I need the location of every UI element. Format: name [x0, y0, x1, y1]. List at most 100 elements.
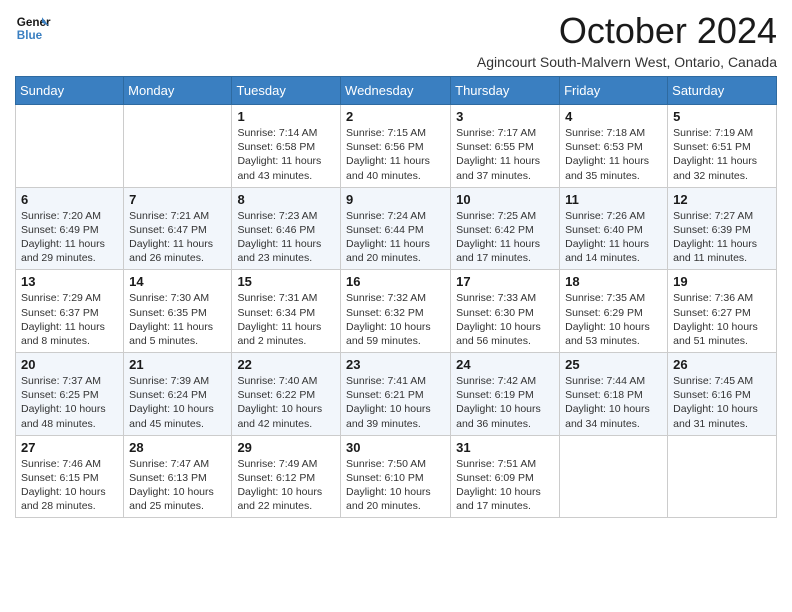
day-number: 18	[565, 274, 662, 289]
calendar-cell: 5 Sunrise: 7:19 AM Sunset: 6:51 PM Daylig…	[668, 105, 777, 188]
day-number: 6	[21, 192, 118, 207]
day-info: Sunrise: 7:26 AM Sunset: 6:40 PM Dayligh…	[565, 209, 662, 266]
day-number: 26	[673, 357, 771, 372]
day-info: Sunrise: 7:19 AM Sunset: 6:51 PM Dayligh…	[673, 126, 771, 183]
day-info: Sunrise: 7:18 AM Sunset: 6:53 PM Dayligh…	[565, 126, 662, 183]
day-info: Sunrise: 7:24 AM Sunset: 6:44 PM Dayligh…	[346, 209, 445, 266]
day-info: Sunrise: 7:31 AM Sunset: 6:34 PM Dayligh…	[237, 291, 335, 348]
day-info: Sunrise: 7:27 AM Sunset: 6:39 PM Dayligh…	[673, 209, 771, 266]
day-number: 2	[346, 109, 445, 124]
day-of-week-header: Tuesday	[232, 77, 341, 105]
day-number: 23	[346, 357, 445, 372]
day-number: 24	[456, 357, 554, 372]
day-number: 7	[129, 192, 226, 207]
day-number: 11	[565, 192, 662, 207]
calendar-week-row: 20 Sunrise: 7:37 AM Sunset: 6:25 PM Dayli…	[16, 353, 777, 436]
day-info: Sunrise: 7:37 AM Sunset: 6:25 PM Dayligh…	[21, 374, 118, 431]
calendar-cell: 6Sunrise: 7:20 AM Sunset: 6:49 PM Daylig…	[16, 187, 124, 270]
calendar-cell: 18 Sunrise: 7:35 AM Sunset: 6:29 PM Dayli…	[560, 270, 668, 353]
day-of-week-header: Saturday	[668, 77, 777, 105]
day-of-week-header: Friday	[560, 77, 668, 105]
day-of-week-header: Thursday	[451, 77, 560, 105]
calendar-cell: 1Sunrise: 7:14 AM Sunset: 6:58 PM Daylig…	[232, 105, 341, 188]
day-number: 3	[456, 109, 554, 124]
calendar-cell: 12 Sunrise: 7:27 AM Sunset: 6:39 PM Dayli…	[668, 187, 777, 270]
day-info: Sunrise: 7:32 AM Sunset: 6:32 PM Dayligh…	[346, 291, 445, 348]
day-info: Sunrise: 7:47 AM Sunset: 6:13 PM Dayligh…	[129, 457, 226, 514]
calendar-cell: 29 Sunrise: 7:49 AM Sunset: 6:12 PM Dayli…	[232, 435, 341, 518]
calendar-cell: 16 Sunrise: 7:32 AM Sunset: 6:32 PM Dayli…	[341, 270, 451, 353]
calendar-cell: 13 Sunrise: 7:29 AM Sunset: 6:37 PM Dayli…	[16, 270, 124, 353]
day-number: 29	[237, 440, 335, 455]
day-info: Sunrise: 7:49 AM Sunset: 6:12 PM Dayligh…	[237, 457, 335, 514]
header: General Blue October 2024 Agincourt Sout…	[15, 10, 777, 70]
day-info: Sunrise: 7:44 AM Sunset: 6:18 PM Dayligh…	[565, 374, 662, 431]
day-info: Sunrise: 7:40 AM Sunset: 6:22 PM Dayligh…	[237, 374, 335, 431]
day-info: Sunrise: 7:29 AM Sunset: 6:37 PM Dayligh…	[21, 291, 118, 348]
day-number: 9	[346, 192, 445, 207]
day-info: Sunrise: 7:33 AM Sunset: 6:30 PM Dayligh…	[456, 291, 554, 348]
day-number: 14	[129, 274, 226, 289]
calendar-cell: 28 Sunrise: 7:47 AM Sunset: 6:13 PM Dayli…	[124, 435, 232, 518]
calendar-cell: 26Sunrise: 7:45 AM Sunset: 6:16 PM Dayli…	[668, 353, 777, 436]
calendar-cell: 4 Sunrise: 7:18 AM Sunset: 6:53 PM Daylig…	[560, 105, 668, 188]
title-area: October 2024 Agincourt South-Malvern Wes…	[477, 10, 777, 70]
day-info: Sunrise: 7:50 AM Sunset: 6:10 PM Dayligh…	[346, 457, 445, 514]
calendar-cell: 9 Sunrise: 7:24 AM Sunset: 6:44 PM Daylig…	[341, 187, 451, 270]
logo: General Blue	[15, 10, 51, 46]
calendar-week-row: 6Sunrise: 7:20 AM Sunset: 6:49 PM Daylig…	[16, 187, 777, 270]
calendar-body: 1Sunrise: 7:14 AM Sunset: 6:58 PM Daylig…	[16, 105, 777, 518]
month-title: October 2024	[477, 10, 777, 52]
day-number: 21	[129, 357, 226, 372]
day-number: 10	[456, 192, 554, 207]
calendar-cell	[668, 435, 777, 518]
day-number: 31	[456, 440, 554, 455]
calendar-week-row: 27 Sunrise: 7:46 AM Sunset: 6:15 PM Dayli…	[16, 435, 777, 518]
day-number: 15	[237, 274, 335, 289]
day-info: Sunrise: 7:51 AM Sunset: 6:09 PM Dayligh…	[456, 457, 554, 514]
day-info: Sunrise: 7:30 AM Sunset: 6:35 PM Dayligh…	[129, 291, 226, 348]
day-number: 19	[673, 274, 771, 289]
calendar-cell: 25 Sunrise: 7:44 AM Sunset: 6:18 PM Dayli…	[560, 353, 668, 436]
day-number: 28	[129, 440, 226, 455]
day-info: Sunrise: 7:23 AM Sunset: 6:46 PM Dayligh…	[237, 209, 335, 266]
calendar-cell	[124, 105, 232, 188]
day-info: Sunrise: 7:36 AM Sunset: 6:27 PM Dayligh…	[673, 291, 771, 348]
calendar-cell: 14 Sunrise: 7:30 AM Sunset: 6:35 PM Dayli…	[124, 270, 232, 353]
calendar-week-row: 13 Sunrise: 7:29 AM Sunset: 6:37 PM Dayli…	[16, 270, 777, 353]
day-number: 8	[237, 192, 335, 207]
day-number: 27	[21, 440, 118, 455]
calendar-cell: 8 Sunrise: 7:23 AM Sunset: 6:46 PM Daylig…	[232, 187, 341, 270]
day-info: Sunrise: 7:41 AM Sunset: 6:21 PM Dayligh…	[346, 374, 445, 431]
day-number: 13	[21, 274, 118, 289]
day-info: Sunrise: 7:35 AM Sunset: 6:29 PM Dayligh…	[565, 291, 662, 348]
calendar-cell: 30 Sunrise: 7:50 AM Sunset: 6:10 PM Dayli…	[341, 435, 451, 518]
calendar-cell: 27 Sunrise: 7:46 AM Sunset: 6:15 PM Dayli…	[16, 435, 124, 518]
day-of-week-header: Monday	[124, 77, 232, 105]
day-info: Sunrise: 7:42 AM Sunset: 6:19 PM Dayligh…	[456, 374, 554, 431]
svg-text:Blue: Blue	[17, 29, 43, 42]
calendar-cell: 24 Sunrise: 7:42 AM Sunset: 6:19 PM Dayli…	[451, 353, 560, 436]
day-number: 16	[346, 274, 445, 289]
calendar-cell	[16, 105, 124, 188]
day-info: Sunrise: 7:15 AM Sunset: 6:56 PM Dayligh…	[346, 126, 445, 183]
day-info: Sunrise: 7:17 AM Sunset: 6:55 PM Dayligh…	[456, 126, 554, 183]
day-info: Sunrise: 7:25 AM Sunset: 6:42 PM Dayligh…	[456, 209, 554, 266]
calendar-cell: 11 Sunrise: 7:26 AM Sunset: 6:40 PM Dayli…	[560, 187, 668, 270]
calendar-cell: 3 Sunrise: 7:17 AM Sunset: 6:55 PM Daylig…	[451, 105, 560, 188]
calendar-cell: 31 Sunrise: 7:51 AM Sunset: 6:09 PM Dayli…	[451, 435, 560, 518]
day-info: Sunrise: 7:46 AM Sunset: 6:15 PM Dayligh…	[21, 457, 118, 514]
day-of-week-header: Wednesday	[341, 77, 451, 105]
day-number: 5	[673, 109, 771, 124]
location-title: Agincourt South-Malvern West, Ontario, C…	[477, 54, 777, 70]
day-number: 4	[565, 109, 662, 124]
day-number: 12	[673, 192, 771, 207]
day-number: 1	[237, 109, 335, 124]
calendar-table: SundayMondayTuesdayWednesdayThursdayFrid…	[15, 76, 777, 518]
day-number: 20	[21, 357, 118, 372]
calendar-cell: 23 Sunrise: 7:41 AM Sunset: 6:21 PM Dayli…	[341, 353, 451, 436]
calendar-cell: 2 Sunrise: 7:15 AM Sunset: 6:56 PM Daylig…	[341, 105, 451, 188]
day-number: 25	[565, 357, 662, 372]
calendar-cell: 21Sunrise: 7:39 AM Sunset: 6:24 PM Dayli…	[124, 353, 232, 436]
day-number: 30	[346, 440, 445, 455]
